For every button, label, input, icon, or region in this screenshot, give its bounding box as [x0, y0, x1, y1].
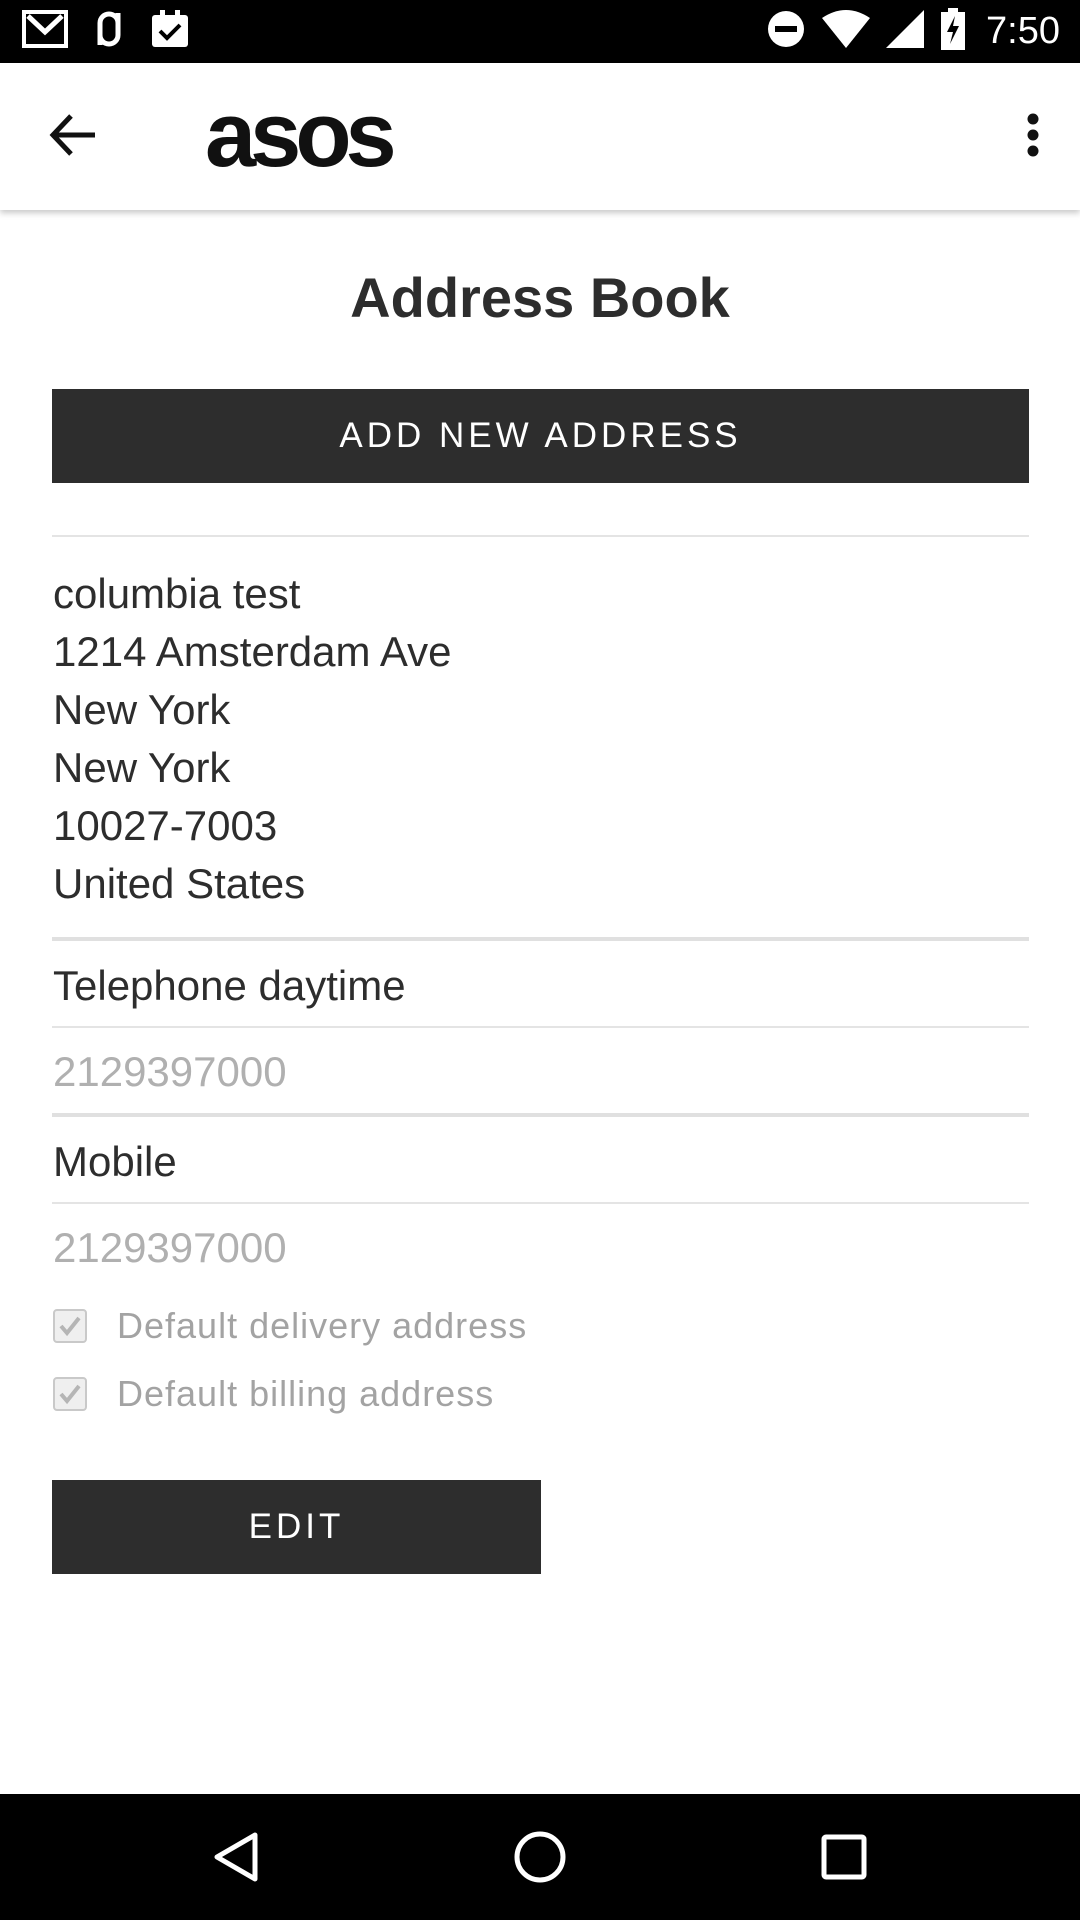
divider — [52, 1113, 1029, 1117]
wifi-icon — [822, 9, 871, 53]
address-country: United States — [53, 860, 306, 907]
checkmark-icon — [59, 1384, 81, 1405]
address-book-content: Address Book ADD NEW ADDRESS columbia te… — [0, 210, 1080, 1794]
home-circle-icon — [513, 1830, 567, 1889]
back-triangle-icon — [213, 1831, 259, 1888]
app-bar: asos — [0, 63, 1080, 210]
back-button[interactable] — [40, 109, 106, 165]
mobile-label: Mobile — [53, 1138, 177, 1185]
nav-recents-button[interactable] — [809, 1824, 879, 1894]
signal-icon — [886, 9, 925, 53]
divider — [52, 1026, 1029, 1028]
battery-charging-icon — [940, 7, 966, 55]
navigation-bar — [0, 1794, 1080, 1920]
recents-square-icon — [821, 1834, 867, 1885]
page-title: Address Book — [350, 266, 730, 329]
arrow-back-icon — [49, 113, 97, 162]
nav-home-button[interactable] — [505, 1824, 575, 1894]
telephone-daytime-value: 2129397000 — [53, 1048, 287, 1095]
default-billing-label: Default billing address — [117, 1373, 495, 1414]
calendar-check-icon — [150, 9, 190, 54]
default-delivery-label: Default delivery address — [117, 1305, 528, 1346]
default-billing-row: Default billing address — [53, 1373, 494, 1415]
default-delivery-checkbox[interactable] — [53, 1309, 87, 1343]
status-bar: 7:50 — [0, 0, 1080, 63]
default-delivery-row: Default delivery address — [53, 1305, 527, 1347]
more-options-button[interactable] — [1008, 107, 1058, 167]
status-icons-left — [22, 9, 190, 53]
nav-back-button[interactable] — [201, 1824, 271, 1894]
asos-logo[interactable]: asos — [205, 89, 397, 181]
mobile-value: 2129397000 — [53, 1224, 287, 1271]
address-details: columbia test 1214 Amsterdam Ave New Yor… — [53, 565, 451, 913]
address-name: columbia test — [53, 570, 301, 617]
default-billing-checkbox[interactable] — [53, 1377, 87, 1411]
address-postcode: 10027-7003 — [53, 802, 278, 849]
address-state: New York — [53, 744, 231, 791]
edit-button[interactable]: EDIT — [52, 1480, 541, 1574]
telephone-daytime-label: Telephone daytime — [53, 962, 406, 1009]
do-not-disturb-icon — [766, 9, 806, 54]
add-new-address-button[interactable]: ADD NEW ADDRESS — [52, 389, 1029, 483]
link-icon — [90, 9, 128, 54]
more-vert-icon — [1026, 113, 1040, 162]
address-street: 1214 Amsterdam Ave — [53, 628, 452, 675]
divider — [52, 535, 1029, 537]
address-city: New York — [53, 686, 231, 733]
gmail-icon — [22, 9, 68, 53]
status-icons-right: 7:50 — [766, 6, 1060, 56]
divider — [52, 937, 1029, 941]
divider — [52, 1202, 1029, 1204]
checkmark-icon — [59, 1316, 81, 1337]
status-time: 7:50 — [986, 9, 1060, 52]
